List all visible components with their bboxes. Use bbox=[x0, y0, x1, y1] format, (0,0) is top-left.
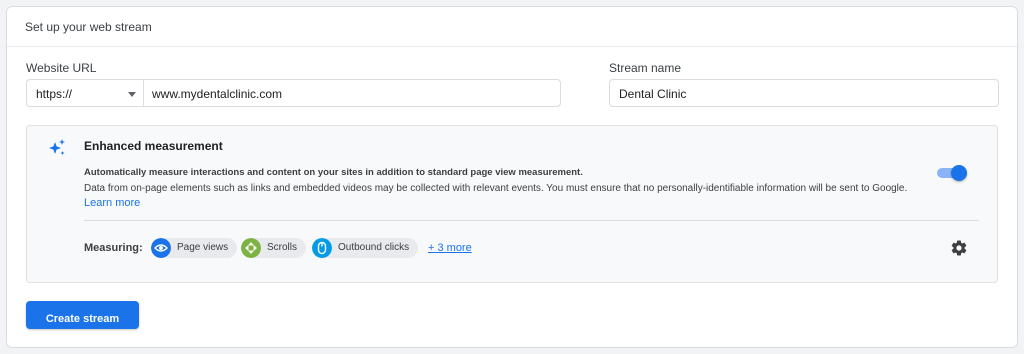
chip-label: Outbound clicks bbox=[338, 242, 410, 253]
website-url-input[interactable]: www.mydentalclinic.com bbox=[143, 79, 561, 107]
chip-label: Scrolls bbox=[267, 242, 298, 253]
chip-label: Page views bbox=[177, 242, 229, 253]
chip-page-views: Page views bbox=[151, 238, 238, 258]
chip-scrolls: Scrolls bbox=[241, 238, 307, 258]
toggle-thumb bbox=[951, 165, 967, 181]
eye-icon bbox=[151, 238, 171, 258]
enhanced-measurement-description: Data from on-page elements such as links… bbox=[84, 181, 929, 211]
web-stream-setup-card: Set up your web stream Website URL https… bbox=[6, 6, 1018, 348]
divider bbox=[84, 220, 979, 221]
learn-more-link[interactable]: Learn more bbox=[84, 197, 140, 209]
enhanced-measurement-toggle[interactable] bbox=[937, 165, 967, 181]
card-title: Set up your web stream bbox=[7, 7, 1017, 47]
scroll-icon bbox=[241, 238, 261, 258]
protocol-value: https:// bbox=[36, 87, 73, 101]
description-text: Data from on-page elements such as links… bbox=[84, 183, 908, 194]
create-stream-button[interactable]: Create stream bbox=[26, 301, 139, 329]
enhanced-measurement-panel: Enhanced measurement Automatically measu… bbox=[26, 125, 998, 283]
stream-name-input[interactable]: Dental Clinic bbox=[609, 79, 999, 107]
gear-icon[interactable] bbox=[950, 239, 968, 257]
protocol-select[interactable]: https:// bbox=[26, 79, 144, 107]
stream-name-label: Stream name bbox=[609, 61, 682, 75]
mouse-icon bbox=[312, 238, 332, 258]
sparkle-icon bbox=[49, 139, 65, 155]
caret-down-icon bbox=[128, 92, 136, 97]
enhanced-measurement-title: Enhanced measurement bbox=[84, 139, 223, 153]
chip-outbound-clicks: Outbound clicks bbox=[312, 238, 419, 258]
website-url-label: Website URL bbox=[26, 61, 97, 75]
more-events-link[interactable]: + 3 more bbox=[428, 242, 472, 254]
enhanced-measurement-summary: Automatically measure interactions and c… bbox=[84, 167, 583, 178]
measuring-label: Measuring: bbox=[84, 242, 143, 254]
